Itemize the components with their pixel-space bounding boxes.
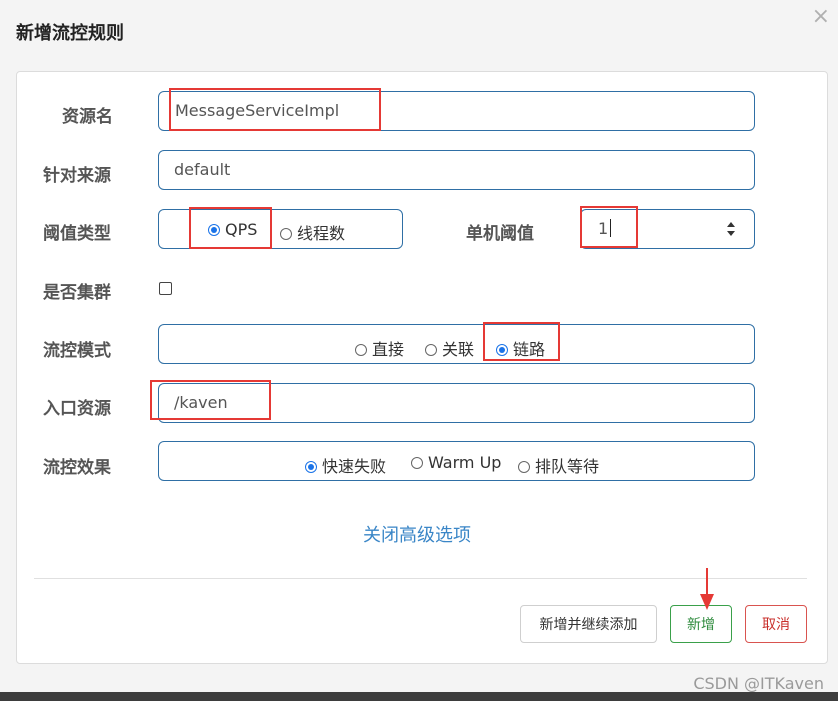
- radio-threads-label: 线程数: [297, 224, 346, 243]
- entry-resource-input[interactable]: /kaven: [158, 383, 755, 423]
- resource-name-input[interactable]: MessageServiceImpl: [158, 91, 755, 131]
- threshold-type-group: QPS 线程数: [158, 209, 403, 249]
- radio-unchecked-icon: [280, 228, 292, 240]
- radio-fast-fail-label: 快速失败: [322, 457, 387, 476]
- watermark: CSDN @ITKaven: [693, 674, 824, 693]
- radio-warm-up[interactable]: Warm Up: [411, 453, 501, 472]
- origin-input[interactable]: default: [158, 150, 755, 190]
- radio-queue-label: 排队等待: [535, 457, 600, 476]
- close-icon[interactable]: ×: [812, 4, 830, 29]
- single-threshold-label: 单机阈值: [466, 224, 534, 244]
- radio-direct-label: 直接: [372, 340, 405, 359]
- cancel-button[interactable]: 取消: [745, 605, 807, 643]
- radio-qps[interactable]: QPS: [208, 220, 257, 239]
- entry-resource-value: /kaven: [174, 393, 228, 412]
- origin-label: 针对来源: [43, 166, 111, 186]
- radio-related[interactable]: 关联: [425, 336, 474, 360]
- resource-name-value: MessageServiceImpl: [175, 101, 340, 120]
- entry-label: 入口资源: [43, 399, 111, 419]
- mode-label: 流控模式: [43, 341, 111, 361]
- single-threshold-input[interactable]: 1: [580, 209, 755, 249]
- toggle-advanced-link[interactable]: 关闭高级选项: [363, 521, 471, 547]
- radio-chain-label: 链路: [513, 340, 546, 359]
- cluster-label: 是否集群: [43, 283, 111, 303]
- threshold-type-label: 阈值类型: [43, 224, 111, 244]
- radio-direct[interactable]: 直接: [355, 336, 404, 360]
- divider: [34, 578, 807, 579]
- radio-unchecked-icon: [355, 344, 367, 356]
- mode-group: 直接 关联 链路: [158, 324, 755, 364]
- radio-qps-label: QPS: [225, 220, 258, 239]
- single-threshold-value: 1: [598, 219, 612, 238]
- radio-unchecked-icon: [411, 457, 423, 469]
- radio-checked-icon: [305, 461, 317, 473]
- dialog: 新增流控规则 × 资源名 MessageServiceImpl 针对来源 def…: [0, 0, 838, 692]
- resource-label: 资源名: [62, 107, 113, 127]
- radio-queue[interactable]: 排队等待: [518, 453, 599, 477]
- effect-label: 流控效果: [43, 458, 111, 478]
- add-and-continue-button[interactable]: 新增并继续添加: [520, 605, 657, 643]
- radio-unchecked-icon: [425, 344, 437, 356]
- annotation-arrow-icon: [700, 568, 714, 610]
- radio-warm-up-label: Warm Up: [428, 453, 502, 472]
- radio-fast-fail[interactable]: 快速失败: [305, 453, 386, 477]
- radio-chain[interactable]: 链路: [496, 336, 545, 360]
- spinner-icon[interactable]: [726, 220, 736, 238]
- window-edge: [0, 692, 838, 701]
- dialog-title: 新增流控规则: [16, 23, 124, 44]
- effect-group: 快速失败 Warm Up 排队等待: [158, 441, 755, 481]
- origin-value: default: [174, 160, 231, 179]
- cluster-checkbox[interactable]: [159, 282, 172, 295]
- radio-checked-icon: [208, 224, 220, 236]
- radio-checked-icon: [496, 344, 508, 356]
- radio-related-label: 关联: [442, 340, 475, 359]
- radio-threads[interactable]: 线程数: [280, 220, 345, 244]
- radio-unchecked-icon: [518, 461, 530, 473]
